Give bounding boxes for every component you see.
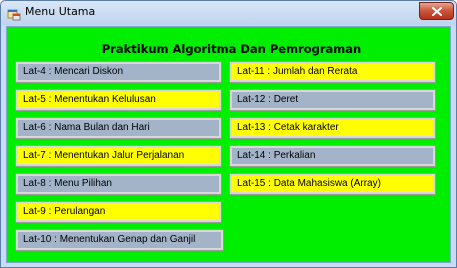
main-window: Menu Utama Praktikum Algoritma Dan Pemro…: [0, 0, 457, 268]
close-button[interactable]: [419, 2, 454, 20]
close-icon: [432, 7, 442, 16]
form-client-area: Praktikum Algoritma Dan Pemrograman Lat-…: [6, 26, 451, 263]
lat-13-button[interactable]: Lat-13 : Cetak karakter: [229, 117, 436, 139]
title-bar[interactable]: Menu Utama: [1, 1, 456, 25]
lat-14-button[interactable]: Lat-14 : Perkalian: [229, 145, 436, 167]
lat-4-button[interactable]: Lat-4 : Mencari Diskon: [15, 61, 222, 83]
lat-15-button[interactable]: Lat-15 : Data Mahasiswa (Array): [229, 173, 436, 195]
lat-6-button[interactable]: Lat-6 : Nama Bulan dan Hari: [15, 117, 222, 139]
page-title: Praktikum Algoritma Dan Pemrograman: [101, 42, 362, 56]
app-icon: [7, 6, 21, 21]
lat-7-button[interactable]: Lat-7 : Menentukan Jalur Perjalanan: [15, 145, 222, 167]
window-title: Menu Utama: [25, 5, 96, 18]
lat-5-button[interactable]: Lat-5 : Menentukan Kelulusan: [15, 89, 222, 111]
lat-11-button[interactable]: Lat-11 : Jumlah dan Rerata: [229, 61, 436, 83]
lat-9-button[interactable]: Lat-9 : Perulangan: [15, 201, 222, 223]
lat-8-button[interactable]: Lat-8 : Menu Pilihan: [15, 173, 222, 195]
lat-12-button[interactable]: Lat-12 : Deret: [229, 89, 436, 111]
lat-10-button[interactable]: Lat-10 : Menentukan Genap dan Ganjil: [15, 229, 224, 251]
